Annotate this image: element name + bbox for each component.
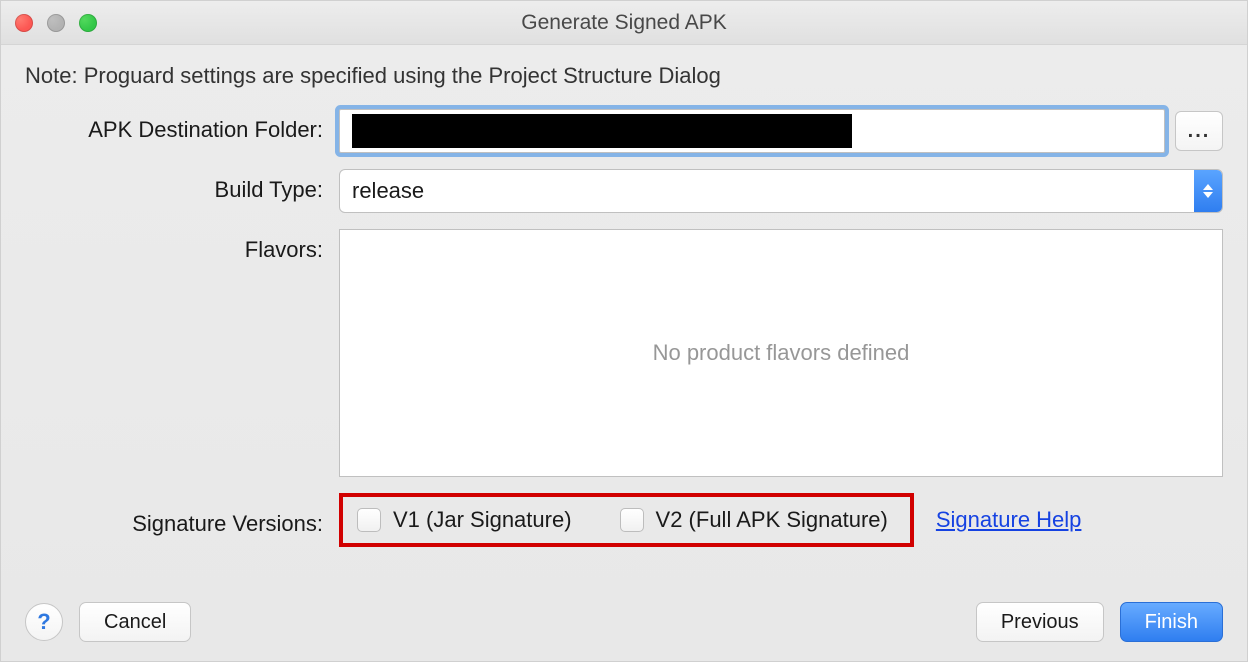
window-controls xyxy=(15,14,97,32)
build-type-row: Build Type: release xyxy=(25,169,1223,213)
help-button[interactable]: ? xyxy=(25,603,63,641)
redacted-path xyxy=(352,114,852,148)
chevron-updown-icon[interactable] xyxy=(1194,170,1222,212)
v1-label: V1 (Jar Signature) xyxy=(393,507,572,533)
window-title: Generate Signed APK xyxy=(1,11,1247,35)
close-window-icon[interactable] xyxy=(15,14,33,32)
dialog-footer: ? Cancel Previous Finish xyxy=(1,583,1247,661)
flavors-label: Flavors: xyxy=(25,229,339,263)
flavors-empty-text: No product flavors defined xyxy=(653,340,910,366)
signature-versions-label: Signature Versions: xyxy=(25,503,339,537)
checkbox-icon xyxy=(357,508,381,532)
titlebar: Generate Signed APK xyxy=(1,1,1247,45)
browse-button[interactable]: ... xyxy=(1175,111,1223,151)
flavors-row: Flavors: No product flavors defined xyxy=(25,229,1223,477)
signature-versions-row: Signature Versions: V1 (Jar Signature) V… xyxy=(25,493,1223,547)
finish-button[interactable]: Finish xyxy=(1120,602,1223,642)
v2-checkbox[interactable]: V2 (Full APK Signature) xyxy=(620,507,888,533)
apk-folder-input[interactable] xyxy=(339,109,1165,153)
previous-button[interactable]: Previous xyxy=(976,602,1104,642)
signature-highlight: V1 (Jar Signature) V2 (Full APK Signatur… xyxy=(339,493,914,547)
v2-label: V2 (Full APK Signature) xyxy=(656,507,888,533)
proguard-note: Note: Proguard settings are specified us… xyxy=(25,63,1223,89)
checkbox-icon xyxy=(620,508,644,532)
apk-folder-row: APK Destination Folder: ... xyxy=(25,109,1223,153)
apk-folder-label: APK Destination Folder: xyxy=(25,109,339,143)
cancel-button[interactable]: Cancel xyxy=(79,602,191,642)
build-type-select[interactable]: release xyxy=(339,169,1223,213)
zoom-window-icon[interactable] xyxy=(79,14,97,32)
minimize-window-icon[interactable] xyxy=(47,14,65,32)
signature-help-link[interactable]: Signature Help xyxy=(936,507,1082,533)
v1-checkbox[interactable]: V1 (Jar Signature) xyxy=(357,507,572,533)
build-type-value: release xyxy=(352,178,424,204)
flavors-listbox[interactable]: No product flavors defined xyxy=(339,229,1223,477)
build-type-label: Build Type: xyxy=(25,169,339,203)
dialog-window: Generate Signed APK Note: Proguard setti… xyxy=(0,0,1248,662)
